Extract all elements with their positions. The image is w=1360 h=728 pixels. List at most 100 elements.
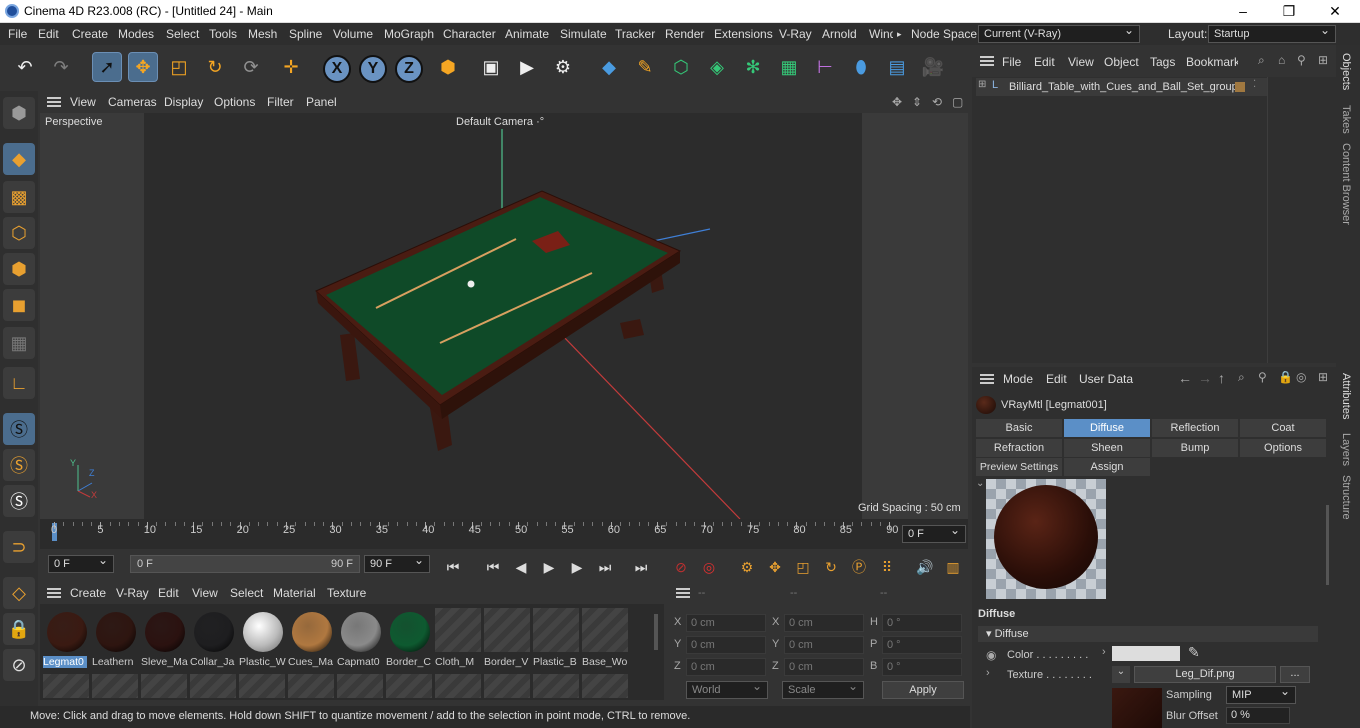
subdivision-icon[interactable]: ⬡ [666,52,696,82]
mat-menu-edit[interactable]: Edit [158,586,179,600]
make-editable-icon[interactable]: ⬢ [3,97,35,129]
coords-space-select[interactable]: World [686,679,768,699]
point-mode-icon[interactable]: ⬡ [3,217,35,249]
mat-menu-view[interactable]: View [192,586,218,600]
material-swatch[interactable]: Border_C [386,608,432,670]
material-swatch[interactable]: Legmat0 [43,608,89,670]
material-slot-empty[interactable] [582,674,628,698]
menu-character[interactable]: Character [443,27,496,41]
tab-options[interactable]: Options [1240,439,1326,457]
menu-render[interactable]: Render [665,27,704,41]
apply-button[interactable]: Apply [882,681,964,699]
uv-mode-icon[interactable]: ▦ [3,327,35,359]
menu-simulate[interactable]: Simulate [560,27,607,41]
timeline[interactable]: 0 5 10 15 20 25 30 35 40 45 50 55 60 65 70 75 80 85 90 0 F [40,519,968,549]
menu-tracker[interactable]: Tracker [615,27,655,41]
material-swatch[interactable]: Sleve_Ma [141,608,188,670]
workplane-snap-icon[interactable]: Ⓢ [3,485,35,517]
viewport-zoom-icon[interactable]: ⇕ [912,95,922,109]
texture-file-button[interactable]: Leg_Dif.png [1134,666,1276,683]
color-swatch[interactable] [1112,646,1180,661]
vp-menu-display[interactable]: Display [164,95,203,109]
home-icon[interactable]: ⌂ [1278,53,1285,67]
tab-bump[interactable]: Bump [1152,439,1238,457]
coord-value-field[interactable]: 0 cm [784,614,864,632]
coord-value-field[interactable]: 0 cm [686,636,766,654]
visibility-dots-icon[interactable]: ⁚ [1253,79,1256,90]
coords-hamburger-icon[interactable] [676,588,690,598]
start-frame-field[interactable]: 0 F [48,553,114,573]
material-slot-empty[interactable] [484,674,530,698]
cloner-icon[interactable]: ✻ [738,52,768,82]
texture-expand-icon[interactable]: › [986,667,990,679]
material-slot-empty[interactable] [386,674,432,698]
tab-diffuse[interactable]: Diffuse [1064,419,1150,437]
deformer-icon[interactable]: ⊢ [810,52,840,82]
attr-menu-mode[interactable]: Mode [1003,372,1033,386]
polygon-mode-icon[interactable]: ◼ [3,289,35,321]
mat-menu-material[interactable]: Material [273,586,316,600]
menu-modes[interactable]: Modes [118,27,154,41]
key-scale-icon[interactable]: ◰ [792,556,814,578]
scale-tool-icon[interactable]: ◰ [164,52,194,82]
vp-menu-panel[interactable]: Panel [306,95,337,109]
current-frame-field[interactable]: 0 F [902,523,966,543]
attr-menu-user-data[interactable]: User Data [1079,372,1133,386]
minimize-button[interactable]: – [1220,0,1266,23]
layer-color-icon[interactable] [1235,82,1245,92]
material-swatch[interactable]: Cloth_M [435,608,481,668]
field-icon[interactable]: ⬮ [846,52,876,82]
material-slot-empty[interactable] [337,674,383,698]
coord-value-field[interactable]: 0 cm [784,636,864,654]
camera-icon[interactable]: 🎥 [918,52,948,82]
filter-icon[interactable]: ⚲ [1297,53,1306,67]
obj-menu-tags[interactable]: Tags [1150,55,1175,69]
material-hamburger-icon[interactable] [47,588,61,598]
menu-mesh[interactable]: Mesh [248,27,277,41]
material-slot-empty[interactable] [141,674,187,698]
viewport-toggle-icon[interactable]: ▢ [952,95,963,109]
tab-basic[interactable]: Basic [976,419,1062,437]
up-arrow-icon[interactable]: ↑ [1218,370,1225,386]
sampling-select[interactable]: MIP [1226,684,1296,704]
material-slot-empty[interactable] [92,674,138,698]
film-icon[interactable]: ▥ [942,556,964,578]
menu-file[interactable]: File [8,27,27,41]
previous-frame-icon[interactable]: ◀ [510,556,532,578]
material-swatch[interactable]: Base_Wo [582,608,628,668]
undo-icon[interactable]: ↶ [10,52,40,82]
coord-value-field[interactable]: 0 ° [882,658,962,676]
attr-new-manager-icon[interactable]: ⊞ [1318,370,1328,384]
material-swatch[interactable]: Cues_Ma [288,608,334,670]
layout-select[interactable]: Startup [1208,23,1336,43]
maximize-button[interactable]: ❐ [1266,0,1312,23]
model-mode-icon[interactable]: ◆ [3,143,35,175]
menu-edit[interactable]: Edit [38,27,59,41]
forward-arrow-icon[interactable]: → [1198,370,1212,386]
render-picture-viewer-icon[interactable]: ▶ [512,52,542,82]
recent-tools-icon[interactable]: ⟳ [236,52,266,82]
material-swatch[interactable]: Plastic_W [239,608,286,670]
menu-overflow-arrow[interactable]: ▸ [897,29,902,40]
close-button[interactable]: ✕ [1312,0,1358,23]
material-swatch[interactable]: Border_V [484,608,530,668]
extrude-generator-icon[interactable]: ◈ [702,52,732,82]
menu-tools[interactable]: Tools [209,27,237,41]
vp-menu-options[interactable]: Options [214,95,255,109]
y-axis-lock-icon[interactable]: Y [359,55,387,83]
node-space-select[interactable]: Current (V-Ray) [978,23,1140,43]
side-tab-attributes[interactable]: Attributes [1340,373,1352,419]
search-icon[interactable]: ⌕ [1258,53,1265,68]
color-radio-icon[interactable]: ◉ [986,648,996,662]
menu-spline[interactable]: Spline [289,27,322,41]
render-view-icon[interactable]: ▣ [476,52,506,82]
side-tab-takes[interactable]: Takes [1340,105,1352,134]
vp-menu-view[interactable]: View [70,95,96,109]
menu-select[interactable]: Select [166,27,199,41]
redo-icon[interactable]: ↷ [46,52,76,82]
menu-window[interactable]: Wind [869,27,893,41]
material-slot-empty[interactable] [288,674,334,698]
next-key-icon[interactable]: ⏭ [594,556,616,578]
menu-volume[interactable]: Volume [333,27,373,41]
floor-environment-icon[interactable]: ▤ [882,52,912,82]
